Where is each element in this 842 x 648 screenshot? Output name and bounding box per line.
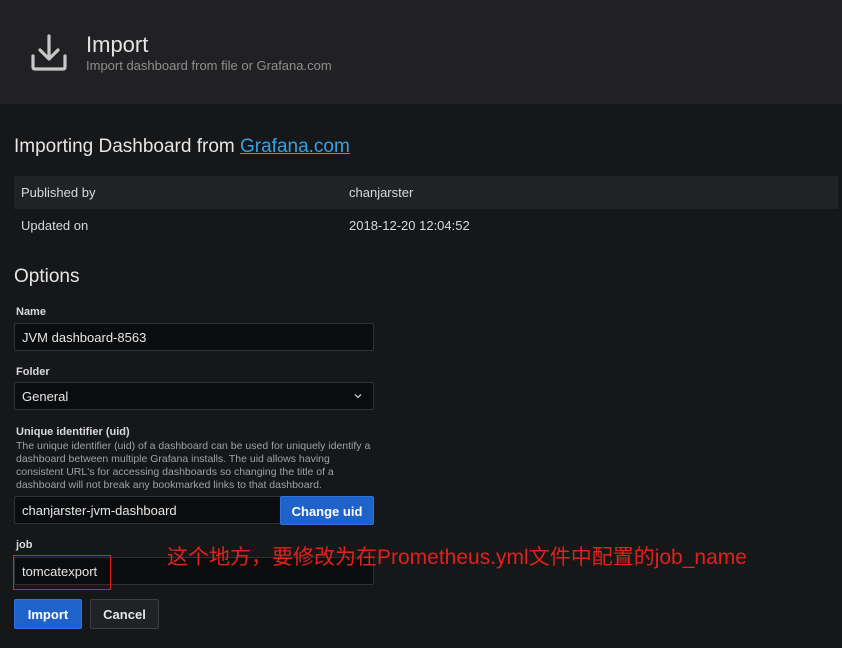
info-row-updated-on: Updated on 2018-12-20 12:04:52: [14, 209, 838, 242]
uid-input[interactable]: chanjarster-jvm-dashboard: [14, 496, 282, 524]
import-heading: Importing Dashboard from Grafana.com: [14, 136, 350, 158]
info-value: chanjarster: [349, 185, 414, 200]
options-heading: Options: [14, 266, 80, 287]
folder-select-value: General: [22, 389, 69, 404]
uid-description: The unique identifier (uid) of a dashboa…: [16, 440, 371, 491]
info-row-published-by: Published by chanjarster: [14, 176, 838, 209]
info-key: Published by: [21, 185, 96, 200]
page-title: Import: [86, 32, 149, 57]
page-header: Import Import dashboard from file or Gra…: [0, 0, 842, 104]
import-button[interactable]: Import: [14, 599, 82, 629]
page-subtitle: Import dashboard from file or Grafana.co…: [86, 58, 332, 73]
import-heading-text: Importing Dashboard from: [14, 136, 240, 157]
info-key: Updated on: [21, 218, 89, 233]
annotation-text: 这个地方，要修改为在Prometheus.yml文件中配置的job_name: [167, 546, 747, 569]
cancel-button[interactable]: Cancel: [90, 599, 159, 629]
grafana-com-link[interactable]: Grafana.com: [240, 136, 350, 157]
chevron-down-icon: [354, 394, 362, 399]
folder-select[interactable]: General: [14, 382, 374, 410]
annotation-highlight-box: [13, 555, 111, 590]
info-value: 2018-12-20 12:04:52: [349, 218, 470, 233]
name-input[interactable]: JVM dashboard-8563: [14, 323, 374, 351]
uid-label: Unique identifier (uid): [16, 426, 130, 438]
folder-label: Folder: [16, 366, 50, 378]
name-label: Name: [16, 306, 46, 318]
change-uid-button[interactable]: Change uid: [280, 496, 374, 525]
job-label: job: [16, 539, 33, 551]
download-icon: [31, 34, 67, 71]
